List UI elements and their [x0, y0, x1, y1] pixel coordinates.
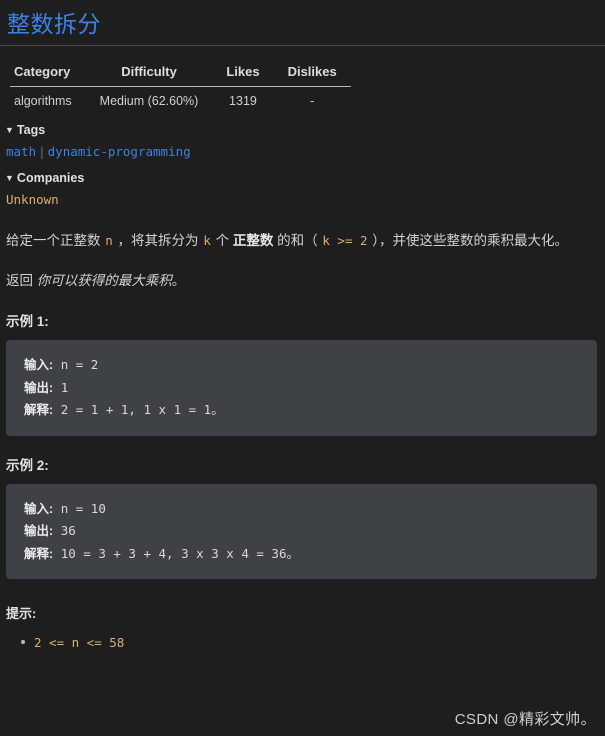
column-header-difficulty: Difficulty	[85, 60, 213, 87]
example-2-output-label: 输出:	[24, 524, 54, 538]
example-2-output-value: 36	[53, 523, 76, 538]
desc-italic-phrase: 你可以获得的最大乘积	[36, 273, 172, 288]
chevron-down-icon: ▼	[5, 125, 14, 135]
problem-page: 整数拆分 Category Difficulty Likes Dislikes …	[0, 0, 605, 736]
inline-code-n: n	[105, 233, 113, 248]
tags-section-header[interactable]: ▼ Tags	[5, 122, 605, 140]
example-1-output-value: 1	[53, 379, 69, 395]
desc-text: ），并使这些整数的乘积最大化。	[368, 233, 569, 248]
cell-category: algorithms	[14, 94, 72, 108]
example-2-code: 输入: n = 10 输出: 36 解释: 10 = 3 + 3 + 4, 3 …	[6, 483, 597, 579]
column-header-category: Category	[10, 60, 86, 87]
inline-code-k-ge-2: k >= 2	[322, 233, 368, 248]
page-title: 整数拆分	[7, 11, 101, 37]
example-2-block: 示例 2: 输入: n = 10 输出: 36 解释: 10 = 3 + 3 +…	[0, 456, 605, 579]
example-1-block: 示例 1: 输入: n = 2 输出: 1 解释: 2 = 1 + 1, 1 x…	[0, 312, 605, 436]
example-2-input-label: 输入:	[24, 501, 54, 516]
hints-list: 2 <= n <= 58	[0, 633, 605, 653]
example-1-code: 输入: n = 2 输出: 1 解释: 2 = 1 + 1, 1 x 1 = 1…	[6, 340, 597, 436]
tag-separator: |	[38, 144, 46, 159]
example-1-explain-value: 2 = 1 + 1, 1 x 1 = 1。	[53, 402, 224, 417]
hint-text: 2 <= n <= 58	[34, 635, 125, 650]
desc-text: 个	[211, 233, 233, 248]
desc-text: 的和（	[273, 233, 322, 248]
example-1-title: 示例 1:	[6, 314, 49, 329]
bullet-icon	[21, 640, 25, 644]
chevron-down-icon: ▼	[5, 173, 14, 183]
tag-link-math[interactable]: math	[6, 144, 36, 159]
example-1-input-value: n = 2	[53, 357, 99, 372]
example-2-explain-label: 解释:	[24, 546, 54, 561]
desc-bold-term: 正整数	[232, 233, 274, 248]
column-header-dislikes: Dislikes	[273, 60, 351, 87]
example-2-input-value: n = 10	[53, 500, 106, 516]
example-2-title: 示例 2:	[6, 457, 49, 473]
example-2-explain-value: 10 = 3 + 3 + 4, 3 x 3 x 4 = 36。	[53, 545, 299, 561]
description-paragraph-2: 返回 你可以获得的最大乘积。	[6, 270, 599, 292]
column-header-likes: Likes	[212, 60, 274, 87]
list-item: 2 <= n <= 58	[21, 633, 605, 653]
page-title-area: 整数拆分	[0, 0, 605, 46]
tags-heading-label: Tags	[16, 123, 46, 137]
title-divider	[0, 45, 605, 46]
desc-text: 。	[171, 273, 186, 288]
desc-text: 返回	[6, 273, 37, 288]
companies-value: Unknown	[6, 192, 59, 207]
example-1-explain-label: 解释:	[24, 403, 54, 417]
inline-code-k: k	[203, 233, 211, 248]
table-row: algorithms Medium (62.60%) 1319 -	[10, 87, 351, 114]
table-header-row: Category Difficulty Likes Dislikes	[10, 60, 351, 87]
desc-text: ，将其拆分为	[113, 233, 203, 248]
hints-title: 提示:	[6, 606, 37, 621]
example-1-input-label: 输入:	[24, 358, 54, 372]
tag-link-dynamic-programming[interactable]: dynamic-programming	[48, 144, 191, 159]
companies-heading-label: Companies	[16, 171, 85, 185]
cell-likes: 1319	[229, 94, 257, 108]
problem-description: 给定一个正整数 n ，将其拆分为 k 个 正整数 的和（ k >= 2 ），并使…	[6, 230, 599, 292]
desc-text: 给定一个正整数	[6, 233, 105, 248]
tags-list: math | dynamic-programming	[6, 143, 605, 161]
companies-section-header[interactable]: ▼ Companies	[5, 170, 605, 188]
cell-difficulty: Medium (62.60%)	[99, 94, 199, 108]
example-1-output-label: 输出:	[24, 380, 54, 395]
cell-dislikes: -	[310, 94, 315, 108]
description-paragraph-1: 给定一个正整数 n ，将其拆分为 k 个 正整数 的和（ k >= 2 ），并使…	[6, 230, 599, 252]
csdn-watermark: CSDN @精彩文帅。	[454, 711, 596, 728]
problem-meta-table: Category Difficulty Likes Dislikes algor…	[10, 60, 351, 113]
